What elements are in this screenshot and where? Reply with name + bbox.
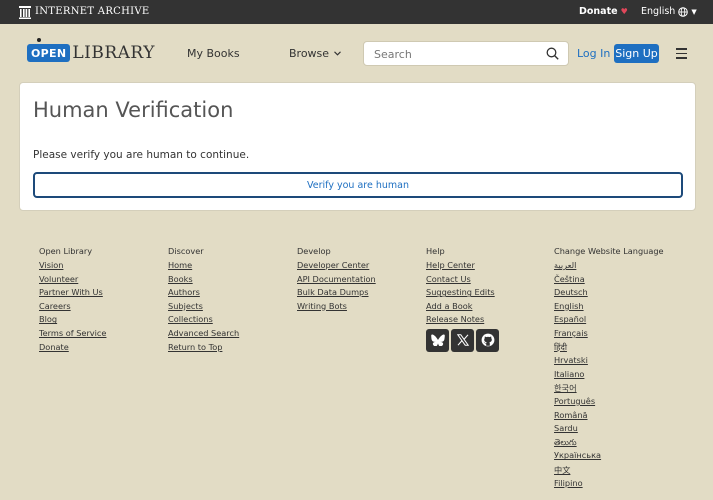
footer-link-developer-center[interactable]: Developer Center (297, 260, 376, 274)
footer-link-blog[interactable]: Blog (39, 314, 106, 328)
search-input[interactable] (374, 46, 534, 62)
language-link-it[interactable]: Italiano (554, 369, 664, 383)
internet-archive-bar: INTERNET ARCHIVE Donate ♥ English ▼ (0, 0, 713, 24)
footer-heading: Open Library (39, 246, 93, 256)
footer-col-language: Change Website Language العربية Čeština … (554, 246, 664, 491)
footer-link-volunteer[interactable]: Volunteer (39, 274, 106, 288)
footer-link-bulk-dumps[interactable]: Bulk Data Dumps (297, 287, 376, 301)
verify-human-button[interactable]: Verify you are human (33, 172, 683, 198)
footer-link-contact-us[interactable]: Contact Us (426, 274, 499, 288)
chevron-down-icon (334, 51, 341, 56)
language-link-tl[interactable]: Filipino (554, 478, 664, 492)
globe-icon (678, 6, 689, 17)
footer-col-open-library: Open Library Vision Volunteer Partner Wi… (39, 246, 106, 355)
verification-card: Human Verification Please verify you are… (19, 82, 696, 211)
language-link-te[interactable]: తెలుగు (554, 437, 664, 451)
nav-my-books[interactable]: My Books (187, 47, 240, 60)
language-link-es[interactable]: Español (554, 314, 664, 328)
footer-heading: Develop (297, 246, 331, 256)
footer-col-help: Help Help Center Contact Us Suggesting E… (426, 246, 499, 352)
donate-link[interactable]: Donate ♥ (579, 6, 628, 17)
x-twitter-icon[interactable] (451, 328, 474, 352)
footer-link-terms[interactable]: Terms of Service (39, 328, 106, 342)
nav-browse[interactable]: Browse (289, 47, 341, 60)
footer-link-return-to-top[interactable]: Return to Top (168, 342, 239, 356)
footer-link-advanced-search[interactable]: Advanced Search (168, 328, 239, 342)
signup-button[interactable]: Sign Up (614, 44, 659, 63)
language-link-ar[interactable]: العربية (554, 260, 664, 274)
footer-link-release-notes[interactable]: Release Notes (426, 314, 499, 328)
language-link-zh[interactable]: 中文 (554, 464, 664, 478)
language-link-sc[interactable]: Sardu (554, 423, 664, 437)
language-link-uk[interactable]: Українська (554, 450, 664, 464)
caret-down-icon: ▼ (691, 7, 697, 16)
footer-link-add-book[interactable]: Add a Book (426, 301, 499, 315)
internet-archive-link[interactable]: INTERNET ARCHIVE (35, 6, 150, 17)
footer-col-develop: Develop Developer Center API Documentati… (297, 246, 376, 314)
footer-heading: Change Website Language (554, 246, 664, 256)
logo-library-text: LIBRARY (72, 43, 155, 63)
footer-col-discover: Discover Home Books Authors Subjects Col… (168, 246, 239, 355)
language-link-ko[interactable]: 한국어 (554, 382, 664, 396)
language-selector[interactable]: English ▼ (641, 6, 697, 17)
heart-icon: ♥ (620, 7, 628, 16)
footer-heading: Help (426, 246, 445, 256)
footer-link-books[interactable]: Books (168, 274, 239, 288)
footer-link-writing-bots[interactable]: Writing Bots (297, 301, 376, 315)
login-link[interactable]: Log In (577, 47, 610, 60)
page-title: Human Verification (33, 98, 234, 122)
verification-message: Please verify you are human to continue. (33, 149, 250, 161)
github-icon[interactable] (476, 328, 499, 352)
language-link-fr[interactable]: Français (554, 328, 664, 342)
footer-link-subjects[interactable]: Subjects (168, 301, 239, 315)
footer-link-careers[interactable]: Careers (39, 301, 106, 315)
language-link-pt[interactable]: Português (554, 396, 664, 410)
search-box (363, 41, 569, 66)
language-link-de[interactable]: Deutsch (554, 287, 664, 301)
language-link-en[interactable]: English (554, 301, 664, 315)
social-links (426, 328, 499, 352)
site-header: OPEN LIBRARY My Books Browse Log In Sign… (0, 24, 713, 82)
footer-link-collections[interactable]: Collections (168, 314, 239, 328)
browse-label: Browse (289, 47, 330, 60)
logo-open-badge: OPEN (27, 38, 71, 62)
footer-link-vision[interactable]: Vision (39, 260, 106, 274)
footer-link-donate[interactable]: Donate (39, 342, 106, 356)
hamburger-menu-icon[interactable] (676, 48, 687, 62)
footer-link-partner[interactable]: Partner With Us (39, 287, 106, 301)
language-link-hr[interactable]: Hrvatski (554, 355, 664, 369)
footer-link-suggesting-edits[interactable]: Suggesting Edits (426, 287, 499, 301)
donate-label: Donate (579, 6, 618, 17)
footer-link-authors[interactable]: Authors (168, 287, 239, 301)
language-link-ro[interactable]: Română (554, 410, 664, 424)
language-label: English (641, 6, 676, 17)
language-link-hi[interactable]: हिंदी (554, 342, 664, 356)
language-link-cs[interactable]: Čeština (554, 274, 664, 288)
open-library-logo[interactable]: OPEN LIBRARY (27, 38, 155, 68)
archive-building-icon[interactable] (19, 4, 31, 20)
footer-heading: Discover (168, 246, 204, 256)
search-icon[interactable] (546, 47, 559, 60)
footer-link-help-center[interactable]: Help Center (426, 260, 499, 274)
footer-link-home[interactable]: Home (168, 260, 239, 274)
footer-link-api-docs[interactable]: API Documentation (297, 274, 376, 288)
bluesky-icon[interactable] (426, 328, 449, 352)
